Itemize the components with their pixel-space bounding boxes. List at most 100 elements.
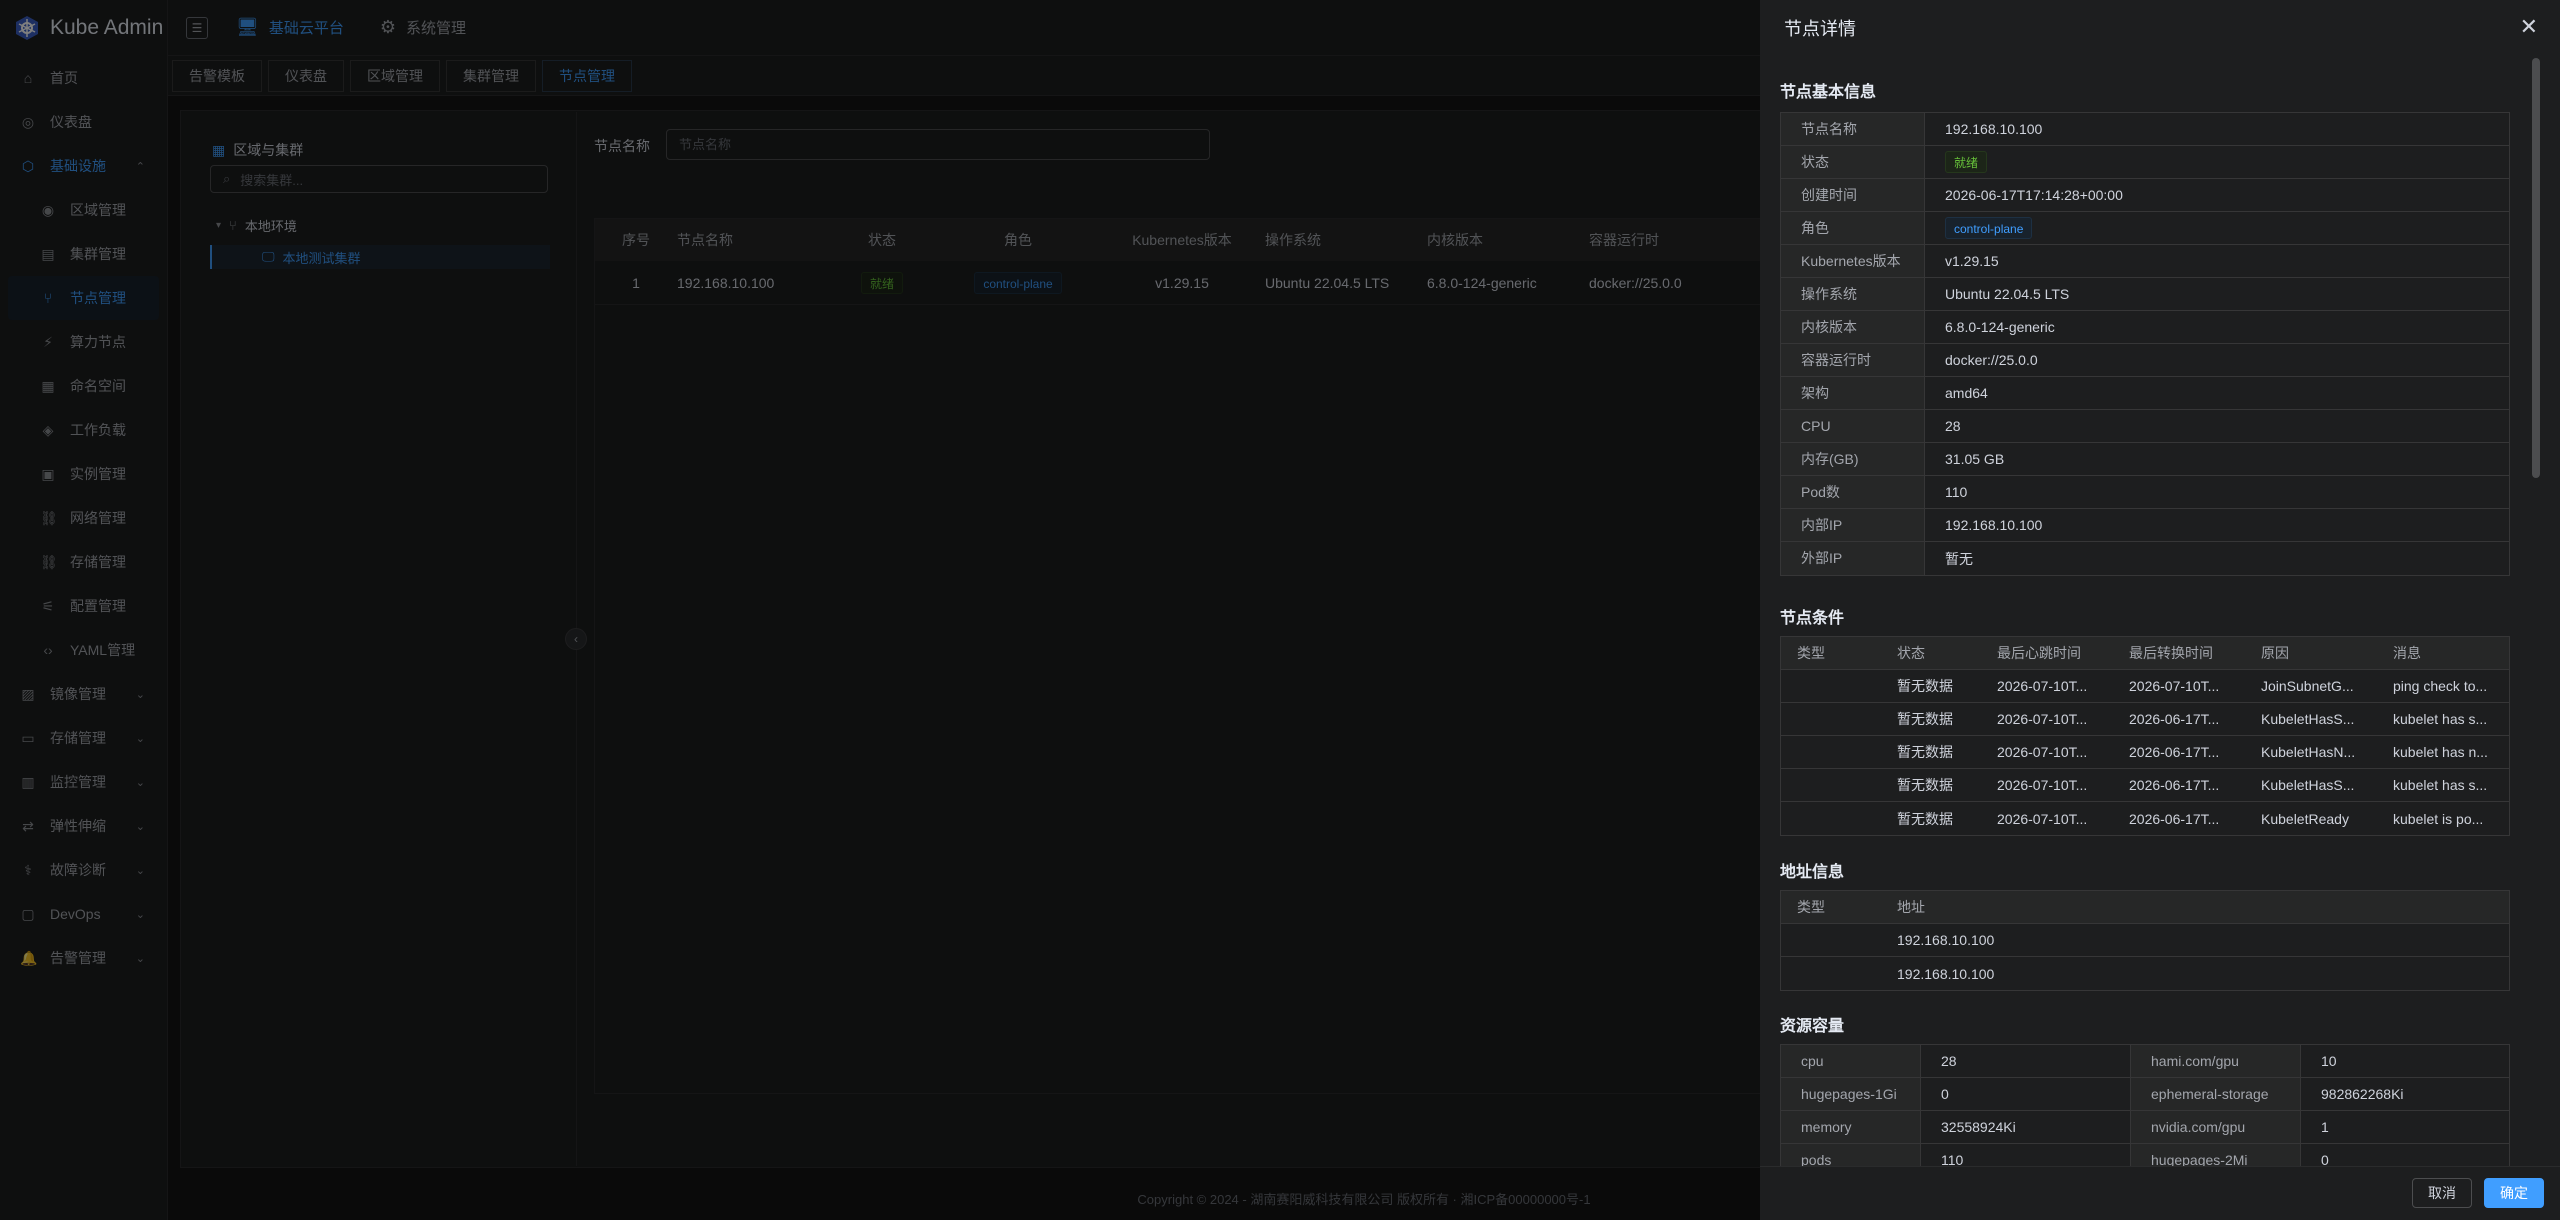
drawer-scrollbar[interactable] bbox=[2532, 58, 2540, 478]
basic-info-title: 节点基本信息 bbox=[1780, 84, 1877, 101]
info-value: 110 bbox=[1945, 484, 1968, 500]
info-label: 操作系统 bbox=[1781, 278, 1925, 310]
info-row: 操作系统 Ubuntu 22.04.5 LTS bbox=[1781, 278, 2509, 311]
capacity-key: hami.com/gpu bbox=[2131, 1045, 2301, 1077]
table-cell: 暂无数据 bbox=[1897, 810, 1953, 827]
table-row: 暂无数据 2026-07-10T... 2026-06-17T... KubeletH… bbox=[1781, 703, 2509, 736]
capacity-value: 1 bbox=[2321, 1119, 2329, 1135]
info-label: 内核版本 bbox=[1781, 311, 1925, 343]
table-row: 暂无数据 2026-07-10T... 2026-06-17T... KubeletR… bbox=[1781, 802, 2509, 835]
capacity-key: hugepages-2Mi bbox=[2131, 1144, 2301, 1166]
info-value: 就绪 bbox=[1925, 146, 2509, 178]
info-value: docker://25.0.0 bbox=[1945, 352, 2038, 368]
table-cell: 2026-07-10T... bbox=[1997, 678, 2088, 694]
info-label: Pod数 bbox=[1781, 476, 1925, 508]
table-cell: kubelet has s... bbox=[2393, 711, 2488, 727]
info-row: Kubernetes版本 v1.29.15 bbox=[1781, 245, 2509, 278]
info-row: 容器运行时 docker://25.0.0 bbox=[1781, 344, 2509, 377]
info-row: 内核版本 6.8.0-124-generic bbox=[1781, 311, 2509, 344]
role-badge: control-plane bbox=[1945, 217, 2033, 239]
address-title: 地址信息 bbox=[1780, 864, 1845, 881]
close-icon[interactable]: ✕ bbox=[2520, 14, 2538, 40]
address-header-cell: 类型 bbox=[1797, 899, 1825, 915]
table-cell: 暂无数据 bbox=[1897, 678, 1953, 694]
conditions-header-cell: 最后心跳时间 bbox=[1997, 645, 2081, 661]
table-cell: 暂无数据 bbox=[1897, 711, 1953, 727]
conditions-header-cell: 类型 bbox=[1797, 645, 1825, 661]
capacity-value: 0 bbox=[2321, 1152, 2329, 1166]
table-cell: 暂无数据 bbox=[1897, 777, 1953, 793]
capacity-key: memory bbox=[1781, 1111, 1921, 1143]
info-value: 28 bbox=[1945, 418, 1961, 434]
capacity-value: 10 bbox=[2321, 1053, 2337, 1069]
table-cell: 2026-06-17T... bbox=[2129, 711, 2220, 727]
capacity-key: ephemeral-storage bbox=[2131, 1078, 2301, 1110]
table-cell: KubeletHasS... bbox=[2261, 711, 2355, 727]
conditions-header-cell: 消息 bbox=[2393, 645, 2421, 661]
info-row: 状态 就绪 bbox=[1781, 146, 2509, 179]
table-row: 暂无数据 2026-07-10T... 2026-06-17T... KubeletH… bbox=[1781, 769, 2509, 802]
table-cell: 2026-06-17T... bbox=[2129, 777, 2220, 793]
info-label: 容器运行时 bbox=[1781, 344, 1925, 376]
capacity-row: cpu 28 hami.com/gpu 10 bbox=[1781, 1045, 2509, 1078]
conditions-header-cell: 状态 bbox=[1897, 645, 1925, 661]
capacity-value: 982862268Ki bbox=[2321, 1086, 2404, 1102]
info-row: 节点名称 192.168.10.100 bbox=[1781, 113, 2509, 146]
conditions-title: 节点条件 bbox=[1780, 610, 1845, 627]
table-row: 192.168.10.100 bbox=[1781, 924, 2509, 957]
table-cell: ping check to... bbox=[2393, 678, 2488, 694]
basic-info-table: 节点名称 192.168.10.100 状态 就绪 创建时间 2026-06-17T17:… bbox=[1780, 112, 2510, 576]
capacity-table: cpu 28 hami.com/gpu 10 hugepages-1Gi 0 ephemer… bbox=[1780, 1044, 2510, 1166]
capacity-row: memory 32558924Ki nvidia.com/gpu 1 bbox=[1781, 1111, 2509, 1144]
confirm-button[interactable]: 确定 bbox=[2484, 1178, 2544, 1208]
info-label: CPU bbox=[1781, 410, 1925, 442]
info-label: 角色 bbox=[1781, 212, 1925, 244]
info-label: Kubernetes版本 bbox=[1781, 245, 1925, 277]
drawer-title: 节点详情 bbox=[1784, 19, 1856, 39]
info-label: 创建时间 bbox=[1781, 179, 1925, 211]
info-row: 内存(GB) 31.05 GB bbox=[1781, 443, 2509, 476]
info-value: Ubuntu 22.04.5 LTS bbox=[1945, 286, 2070, 302]
info-value: 31.05 GB bbox=[1945, 451, 2005, 467]
info-row: Pod数 110 bbox=[1781, 476, 2509, 509]
conditions-header: 类型 状态 最后心跳时间 最后转换时间 原因 消息 bbox=[1781, 637, 2509, 670]
table-row: 192.168.10.100 bbox=[1781, 957, 2509, 990]
capacity-key: cpu bbox=[1781, 1045, 1921, 1077]
info-row: 创建时间 2026-06-17T17:14:28+00:00 bbox=[1781, 179, 2509, 212]
address-table: 类型 地址 192.168.10.100 192.168.10.100 bbox=[1780, 890, 2510, 991]
capacity-key: pods bbox=[1781, 1144, 1921, 1166]
status-badge: 就绪 bbox=[1945, 151, 1988, 173]
table-cell: 2026-07-10T... bbox=[1997, 711, 2088, 727]
info-label: 架构 bbox=[1781, 377, 1925, 409]
capacity-key: nvidia.com/gpu bbox=[2131, 1111, 2301, 1143]
table-cell: kubelet has n... bbox=[2393, 744, 2488, 760]
address-header-cell: 地址 bbox=[1897, 899, 1925, 915]
info-row: 外部IP 暂无 bbox=[1781, 542, 2509, 575]
capacity-row: pods 110 hugepages-2Mi 0 bbox=[1781, 1144, 2509, 1166]
conditions-table: 类型 状态 最后心跳时间 最后转换时间 原因 消息 暂无数据 2026-07-10T... 20… bbox=[1780, 636, 2510, 836]
info-row: CPU 28 bbox=[1781, 410, 2509, 443]
table-row: 暂无数据 2026-07-10T... 2026-07-10T... JoinSubn… bbox=[1781, 670, 2509, 703]
info-label: 状态 bbox=[1781, 146, 1925, 178]
drawer-body: 节点基本信息 节点名称 192.168.10.100 状态 就绪 创建时间 2026-06… bbox=[1760, 56, 2560, 1166]
table-cell: 2026-06-17T... bbox=[2129, 744, 2220, 760]
info-label: 内存(GB) bbox=[1781, 443, 1925, 475]
info-row: 架构 amd64 bbox=[1781, 377, 2509, 410]
info-label: 外部IP bbox=[1781, 542, 1925, 575]
capacity-value: 32558924Ki bbox=[1921, 1111, 2131, 1143]
table-cell: kubelet has s... bbox=[2393, 777, 2488, 793]
table-row: 暂无数据 2026-07-10T... 2026-06-17T... KubeletH… bbox=[1781, 736, 2509, 769]
info-value: amd64 bbox=[1945, 385, 1988, 401]
table-cell: KubeletReady bbox=[2261, 810, 2349, 827]
table-cell: 2026-06-17T... bbox=[2129, 810, 2220, 827]
cancel-button[interactable]: 取消 bbox=[2412, 1178, 2472, 1208]
info-value: control-plane bbox=[1925, 212, 2509, 244]
drawer-header: 节点详情 ✕ bbox=[1760, 0, 2560, 56]
capacity-title: 资源容量 bbox=[1780, 1018, 1845, 1035]
table-cell: JoinSubnetG... bbox=[2261, 678, 2354, 694]
capacity-value: 28 bbox=[1921, 1045, 2131, 1077]
info-value: v1.29.15 bbox=[1945, 253, 1999, 269]
info-label: 内部IP bbox=[1781, 509, 1925, 541]
info-row: 角色 control-plane bbox=[1781, 212, 2509, 245]
info-label: 节点名称 bbox=[1781, 113, 1925, 145]
